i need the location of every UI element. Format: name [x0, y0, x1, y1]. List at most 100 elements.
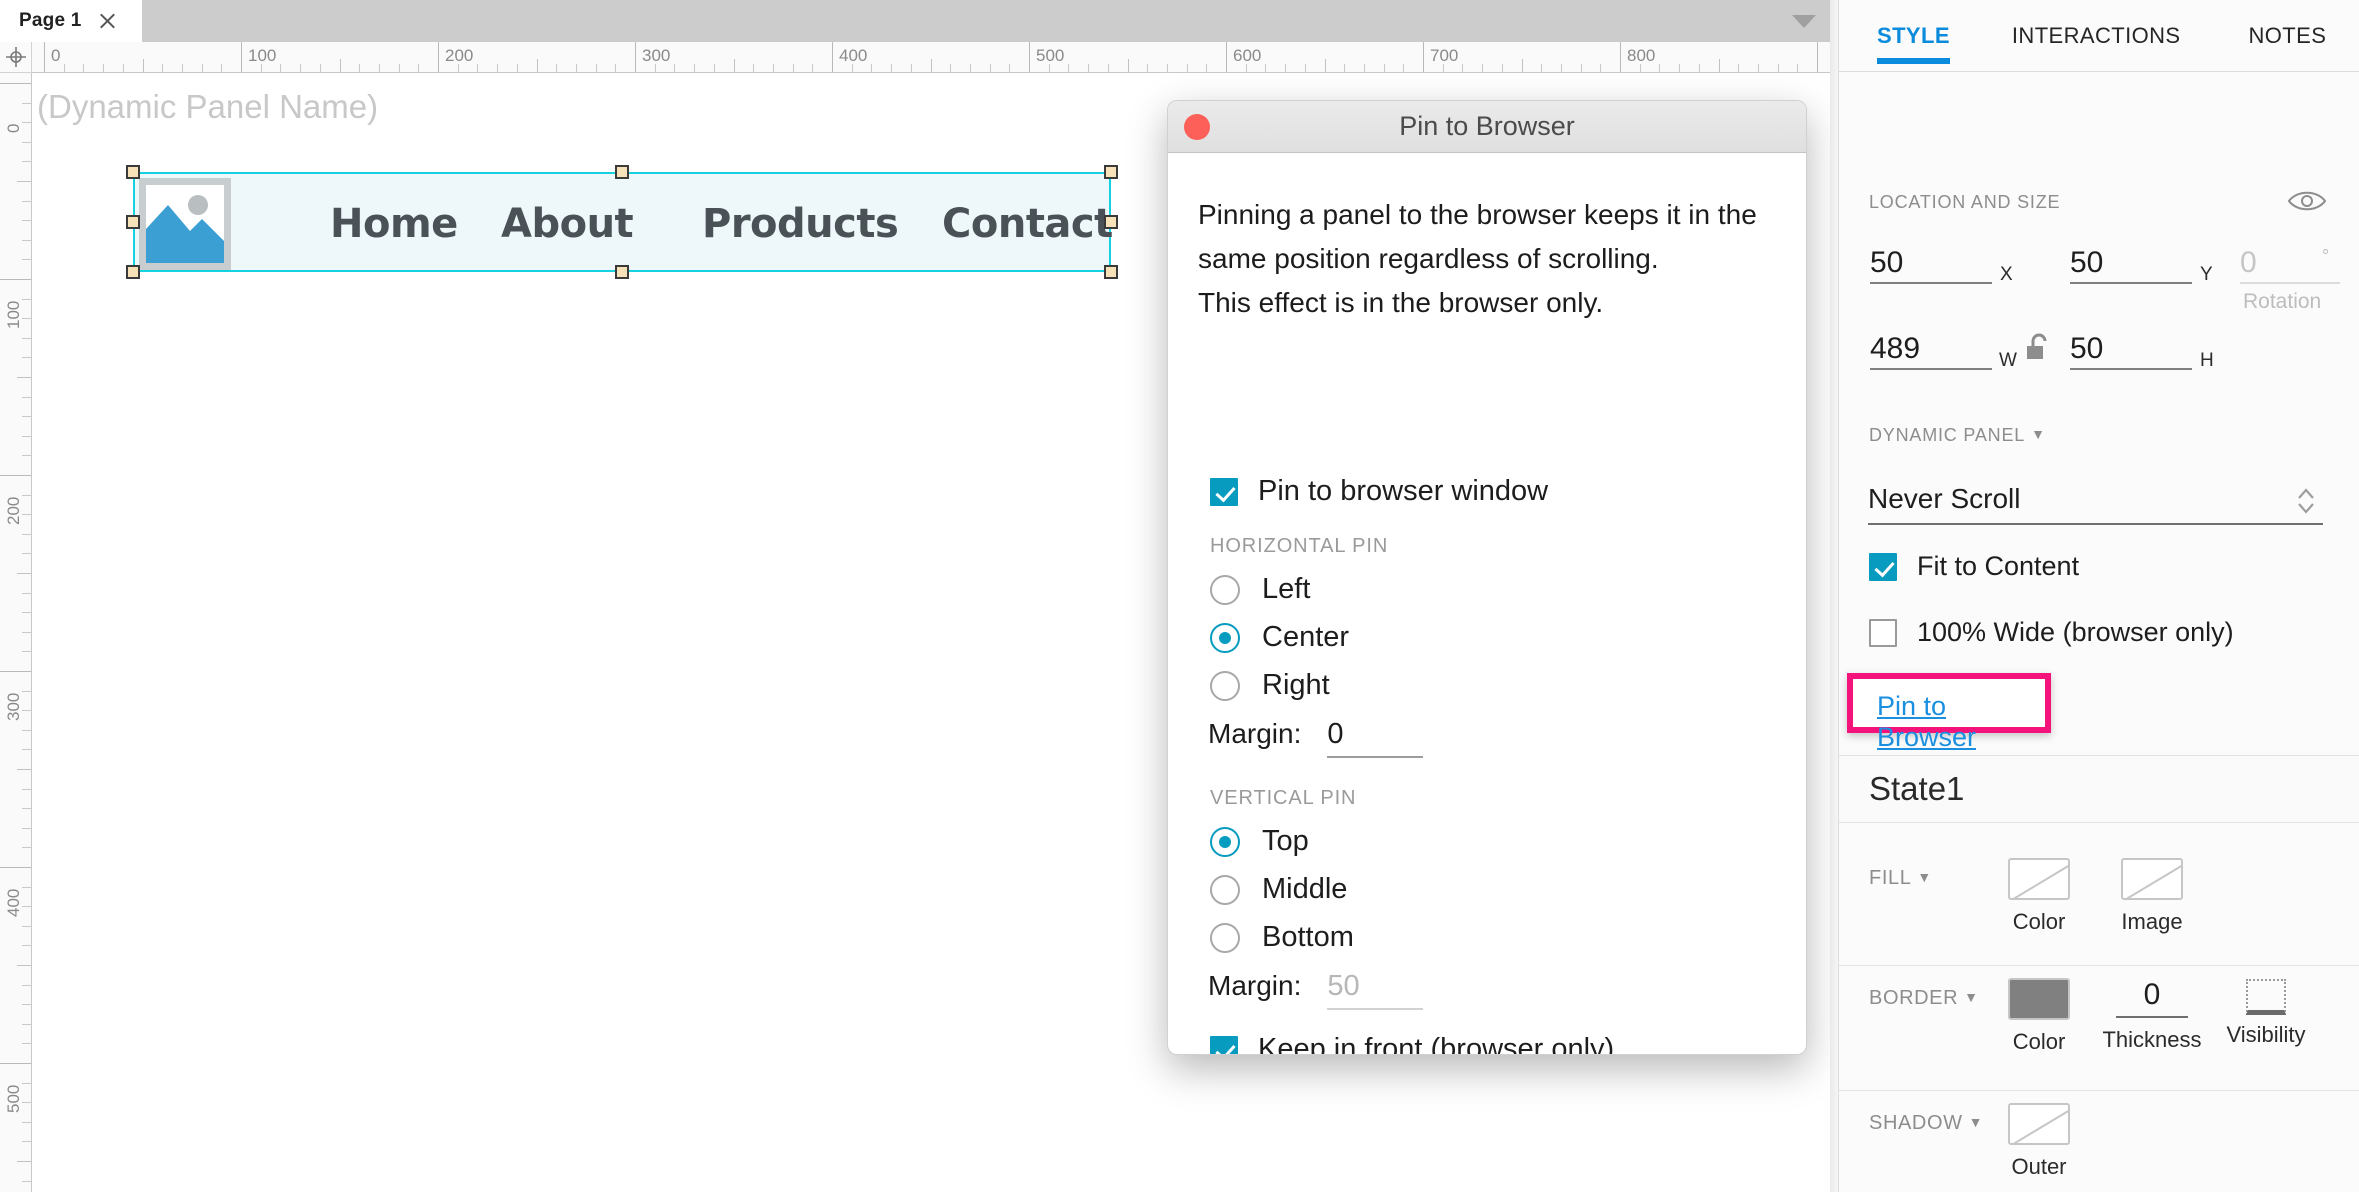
full-width-label: 100% Wide (browser only)	[1917, 617, 2234, 647]
shadow-outer-caption: Outer	[2011, 1154, 2067, 1179]
stepper-up-down-icon[interactable]	[2293, 484, 2319, 518]
pin-to-browser-window-checkbox[interactable]: Pin to browser window	[1210, 475, 1548, 508]
border-visibility-button[interactable]: Visibility	[2211, 979, 2321, 1048]
ruler-minor-tick	[300, 64, 302, 72]
ruler-label: 100	[4, 300, 23, 329]
resize-handle-top-left[interactable]	[126, 165, 140, 179]
resize-handle-middle-right[interactable]	[1104, 215, 1118, 229]
horizontal-margin-label: Margin:	[1208, 718, 1302, 749]
ruler-minor-tick	[694, 64, 696, 72]
ruler-minor-tick	[1462, 64, 1464, 72]
dialog-title: Pin to Browser	[1399, 111, 1575, 141]
chevron-down-icon[interactable]	[1792, 15, 1816, 28]
page-tab-page-1[interactable]: Page 1	[0, 0, 142, 42]
image-placeholder-icon	[139, 178, 231, 270]
keep-in-front-checkbox[interactable]: Keep in front (browser only)	[1210, 1033, 1614, 1054]
radio-unselected-icon	[1210, 922, 1240, 953]
resize-handle-top-center[interactable]	[615, 165, 629, 179]
y-input[interactable]: 50	[2070, 238, 2192, 284]
close-icon[interactable]	[97, 10, 119, 32]
dynamic-panel-section-text: DYNAMIC PANEL	[1869, 425, 2026, 445]
ruler-horizontal[interactable]: 0 100 200 300 400 500 600 700 800	[32, 42, 1838, 73]
fill-section-text: FILL	[1869, 867, 1912, 889]
ruler-minor-tick	[181, 64, 183, 72]
ruler-minor-tick	[22, 1141, 31, 1143]
panel-splitter[interactable]	[1830, 0, 1839, 1192]
caret-down-icon[interactable]: ▼	[1969, 1114, 1983, 1130]
nav-link-home[interactable]: Home	[330, 174, 458, 274]
eye-icon[interactable]	[2287, 188, 2327, 214]
ruler-minor-tick	[733, 59, 735, 72]
caret-down-icon[interactable]: ▼	[1917, 869, 1931, 885]
ruler-major-tick	[438, 42, 439, 72]
shadow-outer-button[interactable]: Outer	[1984, 1103, 2094, 1180]
ruler-minor-tick	[1639, 64, 1641, 72]
ruler-minor-tick	[1698, 64, 1700, 72]
width-input[interactable]: 489	[1870, 324, 1992, 370]
ruler-minor-tick	[1166, 64, 1168, 72]
fit-to-content-checkbox[interactable]: Fit to Content	[1869, 551, 2079, 582]
nav-link-contact[interactable]: Contact	[942, 174, 1113, 274]
radio-vertical-bottom[interactable]: Bottom	[1210, 921, 1354, 954]
dialog-title-bar[interactable]: Pin to Browser	[1168, 101, 1806, 153]
border-color-button[interactable]: Color	[1984, 978, 2094, 1055]
fill-image-caption: Image	[2121, 909, 2183, 934]
ruler-minor-tick	[812, 64, 814, 72]
nav-bar-widget[interactable]: Home About Products Contact	[133, 172, 1113, 274]
radio-horizontal-right[interactable]: Right	[1210, 669, 1330, 702]
ruler-minor-tick	[1560, 64, 1562, 72]
border-section-text: BORDER	[1869, 987, 1959, 1009]
ruler-major-tick	[0, 1063, 31, 1064]
ruler-minor-tick	[1521, 59, 1523, 72]
ruler-minor-tick	[497, 64, 499, 72]
ruler-minor-tick	[162, 64, 164, 72]
shadow-section-text: SHADOW	[1869, 1112, 1963, 1134]
resize-handle-bottom-right[interactable]	[1104, 265, 1118, 279]
ruler-minor-tick	[477, 64, 479, 72]
gradient-swatch-icon	[2008, 1103, 2070, 1145]
radio-vertical-top-label: Top	[1262, 825, 1309, 857]
scroll-behavior-select[interactable]: Never Scroll	[1868, 475, 2323, 525]
full-width-checkbox[interactable]: 100% Wide (browser only)	[1869, 617, 2234, 648]
radio-horizontal-left[interactable]: Left	[1210, 573, 1310, 606]
nav-link-about[interactable]: About	[501, 174, 634, 274]
ruler-minor-tick	[1147, 64, 1149, 72]
border-thickness-value[interactable]: 0	[2116, 976, 2188, 1018]
fill-color-button[interactable]: Color	[1984, 858, 2094, 935]
border-thickness-field[interactable]: 0 Thickness	[2097, 976, 2207, 1053]
resize-handle-top-right[interactable]	[1104, 165, 1118, 179]
caret-down-icon[interactable]: ▼	[1964, 989, 1978, 1005]
radio-vertical-middle[interactable]: Middle	[1210, 873, 1347, 906]
dynamic-panel-name-input[interactable]: (Dynamic Panel Name)	[37, 88, 378, 126]
ruler-minor-tick	[1383, 64, 1385, 72]
radio-unselected-icon	[1210, 670, 1240, 701]
ruler-minor-tick	[17, 377, 31, 378]
tab-notes[interactable]: NOTES	[2249, 0, 2327, 72]
tab-style[interactable]: STYLE	[1877, 0, 1950, 72]
height-input[interactable]: 50	[2070, 324, 2192, 370]
ruler-minor-tick	[22, 729, 31, 731]
vertical-margin-input[interactable]: 50	[1327, 970, 1424, 1010]
panel-state-row[interactable]: State1	[1839, 755, 2359, 823]
inspector-tab-bar: STYLE INTERACTIONS NOTES	[1839, 0, 2359, 72]
close-circle-icon[interactable]	[1184, 114, 1210, 140]
pin-to-browser-link[interactable]: Pin to Browser	[1877, 691, 2045, 753]
ruler-origin-corner[interactable]	[0, 42, 32, 73]
ruler-minor-tick	[1403, 64, 1405, 72]
nav-link-products[interactable]: Products	[702, 174, 899, 274]
ruler-minor-tick	[22, 592, 31, 594]
resize-handle-bottom-center[interactable]	[615, 265, 629, 279]
resize-handle-middle-left[interactable]	[126, 215, 140, 229]
tab-interactions[interactable]: INTERACTIONS	[2012, 0, 2181, 72]
radio-horizontal-center-label: Center	[1262, 621, 1350, 653]
radio-horizontal-center[interactable]: Center	[1210, 621, 1349, 654]
unlocked-padlock-icon[interactable]	[2026, 333, 2052, 363]
x-input[interactable]: 50	[1870, 238, 1992, 284]
resize-handle-bottom-left[interactable]	[126, 265, 140, 279]
ruler-minor-tick	[22, 827, 31, 829]
ruler-vertical[interactable]: 0 100 200 300 400 500	[0, 73, 32, 1192]
caret-down-icon[interactable]: ▼	[2031, 426, 2046, 442]
fill-image-button[interactable]: Image	[2097, 858, 2207, 935]
horizontal-margin-input[interactable]: 0	[1327, 718, 1424, 758]
radio-vertical-top[interactable]: Top	[1210, 825, 1309, 858]
